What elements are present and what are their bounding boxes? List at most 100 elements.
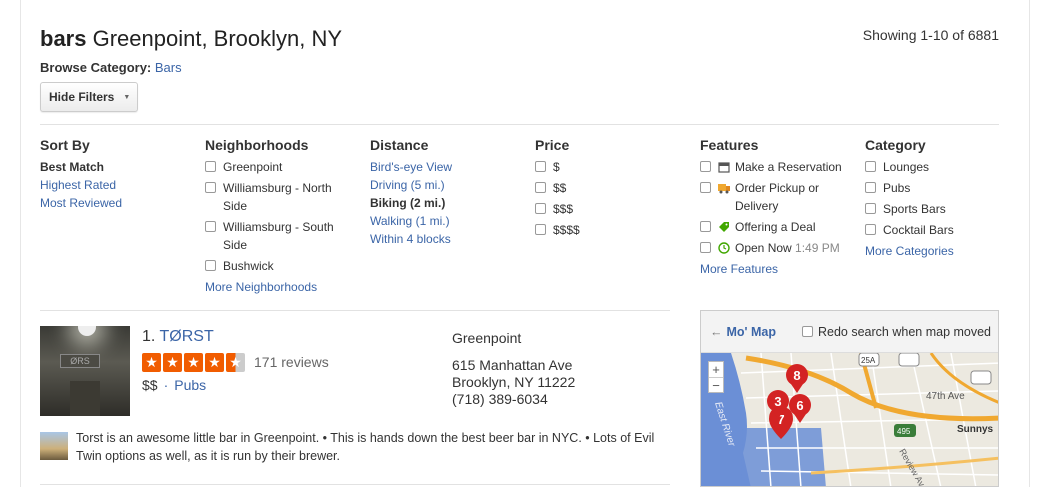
- checkbox[interactable]: [865, 182, 876, 193]
- price-2[interactable]: $$: [535, 179, 635, 197]
- browse-category-link[interactable]: Bars: [155, 60, 182, 75]
- filter-heading: Features: [700, 137, 759, 153]
- neighborhood-bushwick[interactable]: Bushwick: [205, 257, 345, 275]
- divider: [40, 484, 670, 485]
- category-lounges[interactable]: Lounges: [865, 158, 1000, 176]
- reviewer-avatar[interactable]: [40, 432, 68, 460]
- checkbox[interactable]: [865, 203, 876, 214]
- divider: [40, 310, 670, 311]
- phone-number: (718) 389-6034: [452, 391, 548, 407]
- checkbox[interactable]: [535, 182, 546, 193]
- checkbox[interactable]: [865, 161, 876, 172]
- hide-filters-label: Hide Filters: [49, 90, 115, 104]
- more-categories-link[interactable]: More Categories: [865, 242, 1000, 260]
- sort-most-reviewed[interactable]: Most Reviewed: [40, 194, 190, 212]
- distance-biking[interactable]: Biking (2 mi.): [370, 194, 510, 212]
- checkbox[interactable]: [205, 161, 216, 172]
- distance-birds-eye[interactable]: Bird's-eye View: [370, 158, 510, 176]
- distance-within-blocks[interactable]: Within 4 blocks: [370, 230, 510, 248]
- street-address: 615 Manhattan Ave: [452, 357, 573, 373]
- hide-filters-button[interactable]: Hide Filters ▼: [40, 82, 138, 112]
- feature-pickup-delivery[interactable]: Order Pickup or Delivery: [700, 179, 850, 215]
- checkbox[interactable]: [535, 203, 546, 214]
- svg-text:8: 8: [793, 368, 800, 383]
- filter-price: Price $ $$ $$$ $$$$: [535, 137, 635, 242]
- filter-heading: Neighborhoods: [205, 137, 309, 153]
- result-count: Showing 1-10 of 6881: [862, 27, 999, 43]
- category-link[interactable]: Pubs: [174, 377, 206, 393]
- feature-reservation[interactable]: Make a Reservation: [700, 158, 850, 176]
- map-panel: ← Mo' Map Redo search when map moved 25A…: [700, 310, 999, 487]
- review-count: 171 reviews: [254, 354, 329, 370]
- price-1[interactable]: $: [535, 158, 635, 176]
- city-state-zip: Brooklyn, NY 11222: [452, 374, 576, 390]
- tag-icon: [718, 220, 730, 232]
- price-range: $$: [142, 377, 158, 393]
- filter-sort-by: Sort By Best Match Highest Rated Most Re…: [40, 137, 190, 212]
- mo-map-link[interactable]: Mo' Map: [727, 325, 777, 339]
- more-features-link[interactable]: More Features: [700, 260, 850, 278]
- filter-neighborhoods: Neighborhoods Greenpoint Williamsburg - …: [205, 137, 345, 296]
- price-3[interactable]: $$$: [535, 200, 635, 218]
- page-title: bars Greenpoint, Brooklyn, NY: [40, 26, 343, 51]
- open-now-time: 1:49 PM: [795, 241, 840, 255]
- filter-features: Features Make a Reservation Order Pickup…: [700, 137, 850, 278]
- neighborhood-greenpoint[interactable]: Greenpoint: [205, 158, 345, 176]
- more-neighborhoods-link[interactable]: More Neighborhoods: [205, 278, 345, 296]
- filter-heading: Category: [865, 137, 926, 153]
- redo-search-toggle[interactable]: Redo search when map moved: [802, 325, 991, 339]
- checkbox[interactable]: [535, 161, 546, 172]
- filter-heading: Sort By: [40, 137, 90, 153]
- neighborhood-williamsburg-north[interactable]: Williamsburg - North Side: [205, 179, 345, 215]
- filter-heading: Distance: [370, 137, 429, 153]
- map-zoom-control: + −: [708, 361, 724, 393]
- browse-category-label: Browse Category:: [40, 60, 152, 75]
- map-canvas[interactable]: 25A 495 47th Ave Sunnys East River Revie…: [701, 353, 999, 487]
- distance-driving[interactable]: Driving (5 mi.): [370, 176, 510, 194]
- checkbox[interactable]: [700, 161, 711, 172]
- arrow-left-icon[interactable]: ←: [710, 325, 723, 339]
- map-label: 25A: [861, 356, 876, 365]
- checkbox[interactable]: [865, 224, 876, 235]
- neighborhood-williamsburg-south[interactable]: Williamsburg - South Side: [205, 218, 345, 254]
- business-name-link[interactable]: TØRST: [160, 328, 214, 345]
- category-cocktail-bars[interactable]: Cocktail Bars: [865, 221, 1000, 239]
- category-pubs[interactable]: Pubs: [865, 179, 1000, 197]
- neighborhood: Greenpoint: [452, 330, 522, 346]
- business-title: 1. TØRST: [142, 328, 214, 346]
- map-label: 495: [897, 427, 911, 436]
- checkbox[interactable]: [802, 326, 813, 337]
- checkbox[interactable]: [700, 182, 711, 193]
- checkbox[interactable]: [205, 182, 216, 193]
- filter-heading: Price: [535, 137, 570, 153]
- feature-open-now[interactable]: Open Now 1:49 PM: [700, 239, 850, 257]
- checkbox[interactable]: [205, 260, 216, 271]
- star-icon: ★: [142, 353, 161, 372]
- chevron-down-icon: ▼: [123, 93, 131, 101]
- svg-text:6: 6: [796, 398, 803, 413]
- price-4[interactable]: $$$$: [535, 221, 635, 239]
- map-header: ← Mo' Map Redo search when map moved: [701, 311, 998, 353]
- category-sports-bars[interactable]: Sports Bars: [865, 200, 1000, 218]
- photo-sign-text: ØRS: [60, 354, 100, 368]
- browse-category: Browse Category: Bars: [40, 60, 182, 75]
- star-icon: ★: [184, 353, 203, 372]
- clock-icon: [718, 241, 730, 254]
- feature-deal[interactable]: Offering a Deal: [700, 218, 850, 236]
- half-star-icon: ★: [226, 353, 245, 372]
- filter-distance: Distance Bird's-eye View Driving (5 mi.)…: [370, 137, 510, 248]
- business-photo[interactable]: ØRS: [40, 326, 130, 416]
- star-icon: ★: [163, 353, 182, 372]
- zoom-in-button[interactable]: +: [709, 362, 723, 378]
- zoom-out-button[interactable]: −: [709, 378, 723, 393]
- checkbox[interactable]: [535, 224, 546, 235]
- checkbox[interactable]: [700, 221, 711, 232]
- sort-highest-rated[interactable]: Highest Rated: [40, 176, 190, 194]
- calendar-icon: [718, 160, 730, 173]
- delivery-truck-icon: [718, 181, 730, 194]
- sort-best-match[interactable]: Best Match: [40, 158, 190, 176]
- checkbox[interactable]: [700, 242, 711, 253]
- result-index: 1.: [142, 328, 156, 345]
- checkbox[interactable]: [205, 221, 216, 232]
- distance-walking[interactable]: Walking (1 mi.): [370, 212, 510, 230]
